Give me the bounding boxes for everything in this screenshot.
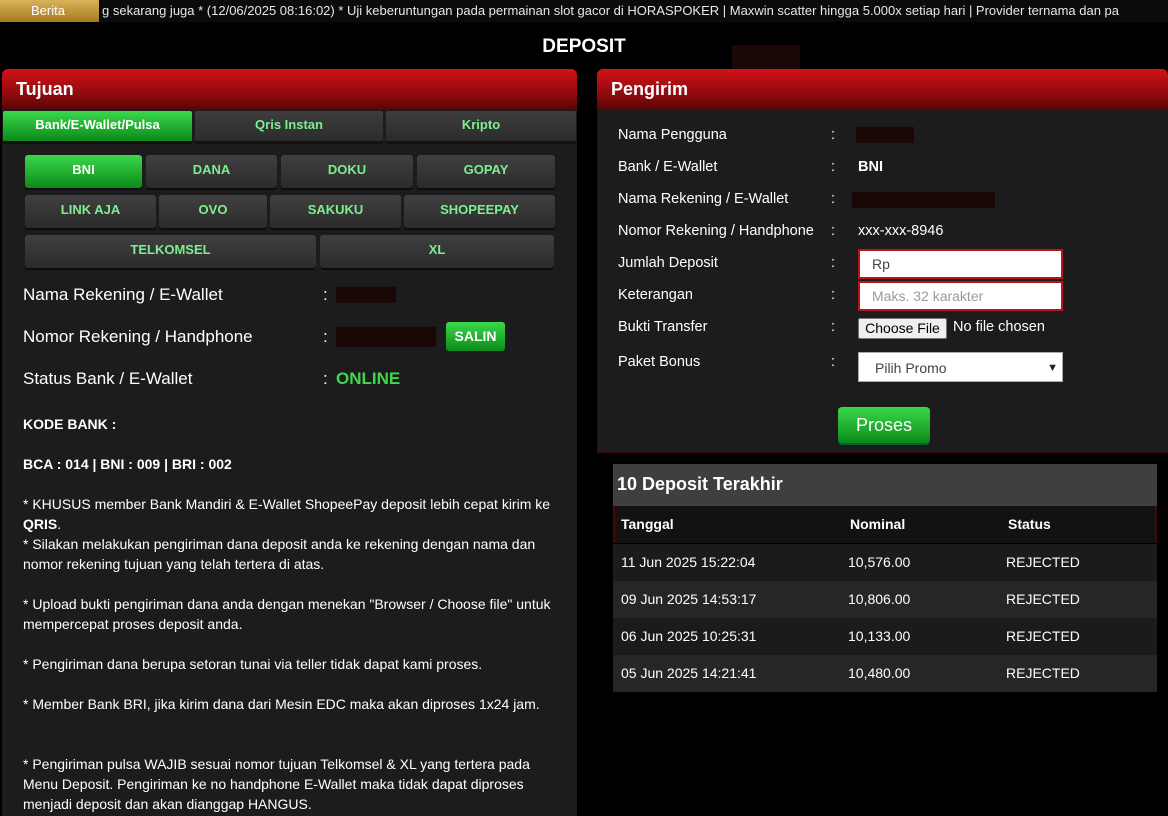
- bukti-transfer-label: Bukti Transfer: [618, 319, 708, 335]
- paket-bonus-selected: Pilih Promo: [875, 360, 947, 376]
- copy-button[interactable]: SALIN: [446, 322, 505, 351]
- keterangan-label: Keterangan: [618, 287, 693, 303]
- bank-button-telkomsel[interactable]: TELKOMSEL: [25, 235, 316, 268]
- colon: :: [831, 354, 836, 370]
- status-label: Status Bank / E-Wallet: [23, 369, 193, 388]
- tab-bank-ewallet-pulsa[interactable]: Bank/E-Wallet/Pulsa: [3, 111, 192, 144]
- jumlah-deposit-label: Jumlah Deposit: [618, 255, 718, 271]
- bank-button-xl[interactable]: XL: [320, 235, 554, 268]
- cell-status: REJECTED: [1006, 628, 1080, 644]
- tab-kripto[interactable]: Kripto: [386, 111, 576, 144]
- page-title: DEPOSIT: [542, 36, 626, 57]
- ticker-badge: Berita: [0, 0, 99, 22]
- note-teller: * Pengiriman dana berupa setoran tunai v…: [23, 656, 483, 672]
- nama-pengguna-label: Nama Pengguna: [618, 127, 727, 143]
- colon: :: [831, 127, 836, 143]
- cell-nominal: 10,133.00: [848, 628, 911, 644]
- note-bri: * Member Bank BRI, jika kirim dana dari …: [23, 696, 540, 712]
- table-row: 05 Jun 2025 14:21:41 10,480.00 REJECTED: [613, 655, 1157, 692]
- cell-nominal: 10,576.00: [848, 554, 911, 570]
- cell-status: REJECTED: [1006, 554, 1080, 570]
- cell-nominal: 10,480.00: [848, 665, 911, 681]
- choose-file-button[interactable]: Choose File: [858, 318, 947, 339]
- redacted-sender-name: [852, 192, 995, 208]
- pengirim-header: Pengirim: [597, 69, 1168, 109]
- colon: :: [831, 223, 836, 239]
- note-transfer: * Silakan melakukan pengiriman dana depo…: [23, 536, 536, 572]
- jumlah-deposit-input[interactable]: Rp: [858, 249, 1063, 279]
- tab-qris-instan[interactable]: Qris Instan: [195, 111, 383, 144]
- cell-status: REJECTED: [1006, 591, 1080, 607]
- nama-rekening-label: Nama Rekening / E-Wallet: [23, 285, 223, 304]
- nomor-rekening-sender-label: Nomor Rekening / Handphone: [618, 223, 814, 239]
- bank-button-doku[interactable]: DOKU: [281, 155, 413, 188]
- colon: :: [831, 191, 836, 207]
- nama-rekening-sender-label: Nama Rekening / E-Wallet: [618, 191, 789, 207]
- bank-ewallet-label: Bank / E-Wallet: [618, 159, 718, 175]
- table-row: 09 Jun 2025 14:53:17 10,806.00 REJECTED: [613, 581, 1157, 618]
- note-qris-bold: QRIS: [23, 516, 58, 532]
- note-qris: * KHUSUS member Bank Mandiri & E-Wallet …: [23, 494, 558, 534]
- recent-deposits-title: 10 Deposit Terakhir: [613, 464, 1157, 506]
- nomor-rekening-sender-value: xxx-xxx-8946: [858, 223, 944, 239]
- table-header: Tanggal Nominal Status: [613, 506, 1157, 543]
- colon: :: [323, 285, 328, 304]
- table-row: 11 Jun 2025 15:22:04 10,576.00 REJECTED: [613, 544, 1157, 581]
- note-qris-text: * KHUSUS member Bank Mandiri & E-Wallet …: [23, 496, 551, 512]
- column-tanggal: Tanggal: [621, 516, 674, 532]
- redacted-username: [856, 127, 914, 143]
- kode-bank-title: KODE BANK :: [23, 416, 117, 432]
- keterangan-input[interactable]: Maks. 32 karakter: [858, 281, 1063, 311]
- column-status: Status: [1008, 516, 1051, 532]
- bank-button-sakuku[interactable]: SAKUKU: [270, 195, 401, 228]
- nomor-rekening-label: Nomor Rekening / Handphone: [23, 327, 253, 346]
- colon: :: [831, 287, 836, 303]
- status-badge: ONLINE: [336, 369, 401, 388]
- bank-ewallet-value: BNI: [858, 159, 883, 175]
- no-file-text: No file chosen: [953, 319, 1045, 335]
- paket-bonus-label: Paket Bonus: [618, 354, 701, 370]
- cell-status: REJECTED: [1006, 665, 1080, 681]
- colon: :: [831, 159, 836, 175]
- chevron-down-icon: ▼: [1047, 362, 1058, 374]
- colon: :: [323, 369, 328, 388]
- cell-tanggal: 05 Jun 2025 14:21:41: [621, 665, 757, 681]
- tujuan-header: Tujuan: [2, 69, 577, 109]
- ticker-text: g sekarang juga * (12/06/2025 08:16:02) …: [102, 3, 1120, 18]
- bank-button-bni[interactable]: BNI: [25, 155, 142, 188]
- redacted-account-number: [336, 327, 436, 347]
- note-pulsa: * Pengiriman pulsa WAJIB sesuai nomor tu…: [23, 756, 530, 812]
- cell-nominal: 10,806.00: [848, 591, 911, 607]
- cell-tanggal: 11 Jun 2025 15:22:04: [621, 554, 756, 570]
- bank-button-ovo[interactable]: OVO: [159, 195, 267, 228]
- note-upload: * Upload bukti pengiriman dana anda deng…: [23, 596, 551, 632]
- table-row: 06 Jun 2025 10:25:31 10,133.00 REJECTED: [613, 618, 1157, 655]
- column-nominal: Nominal: [850, 516, 906, 532]
- paket-bonus-select[interactable]: Pilih Promo ▼: [858, 352, 1063, 382]
- bank-button-shopeepay[interactable]: SHOPEEPAY: [404, 195, 555, 228]
- kode-bank-values: BCA : 014 | BNI : 009 | BRI : 002: [23, 456, 232, 472]
- colon: :: [323, 327, 328, 346]
- redacted-block: [732, 45, 800, 69]
- cell-tanggal: 06 Jun 2025 10:25:31: [621, 628, 757, 644]
- bank-button-dana[interactable]: DANA: [146, 155, 277, 188]
- redacted-account-name: [336, 287, 396, 303]
- colon: :: [831, 255, 836, 271]
- note-qris-end: .: [57, 516, 62, 532]
- colon: :: [831, 319, 836, 335]
- proses-button[interactable]: Proses: [838, 407, 930, 443]
- bank-button-link-aja[interactable]: LINK AJA: [25, 195, 156, 228]
- cell-tanggal: 09 Jun 2025 14:53:17: [621, 591, 757, 607]
- news-ticker: Berita g sekarang juga * (12/06/2025 08:…: [0, 0, 1168, 22]
- bank-button-gopay[interactable]: GOPAY: [417, 155, 555, 188]
